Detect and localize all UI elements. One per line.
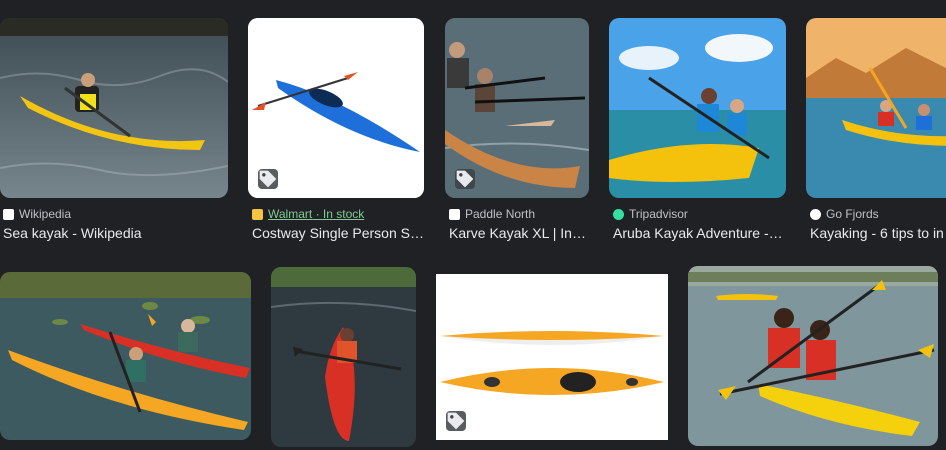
- result-title[interactable]: Kayaking - 6 tips to in: [810, 225, 946, 241]
- walmart-favicon: [252, 208, 263, 220]
- result-title[interactable]: Sea kayak - Wikipedia: [3, 225, 228, 241]
- result-image-sea-kayak[interactable]: [0, 18, 228, 198]
- red-kayak-photo: [271, 267, 416, 447]
- fjord-kayak-photo: [806, 18, 946, 198]
- go-fjords-favicon: [810, 208, 821, 220]
- result-image-paddle-north[interactable]: [445, 18, 589, 198]
- aruba-kayak-photo: [609, 18, 786, 198]
- sea-kayak-photo: [0, 18, 228, 198]
- result-title[interactable]: Aruba Kayak Adventure -…: [613, 225, 786, 241]
- product-tag-icon: [446, 411, 466, 431]
- source-name: Wikipedia: [19, 207, 72, 221]
- result-source: Wikipedia: [3, 206, 228, 222]
- product-tag-icon: [258, 169, 278, 189]
- source-name: Paddle North: [465, 207, 536, 221]
- result-image-go-fjords[interactable]: [806, 18, 946, 198]
- source-name: Go Fjords: [826, 207, 879, 221]
- result-source: Walmart · In stock: [252, 206, 424, 222]
- tripadvisor-favicon: [613, 208, 624, 220]
- paddle-north-favicon: [449, 208, 460, 220]
- result-title[interactable]: Costway Single Person S…: [252, 225, 424, 241]
- result-image-yellow-tandem[interactable]: [688, 266, 938, 446]
- result-title[interactable]: Karve Kayak XL | Inf…: [449, 225, 589, 241]
- yellow-tandem-kayak-photo: [688, 266, 938, 446]
- stock-status: In stock: [322, 207, 365, 221]
- result-image-costway[interactable]: [248, 18, 424, 198]
- wikipedia-favicon: [3, 208, 14, 220]
- result-image-tripadvisor[interactable]: [609, 18, 786, 198]
- source-name: Walmart: [268, 207, 313, 221]
- result-source: Tripadvisor: [613, 206, 786, 222]
- source-name: Tripadvisor: [629, 207, 688, 221]
- result-image-red-kayak[interactable]: [271, 267, 416, 447]
- result-source: Go Fjords: [810, 206, 946, 222]
- orange-kayak-photo: [436, 274, 668, 440]
- lily-pond-kayaks-photo: [0, 272, 251, 440]
- result-image-orange-kayak[interactable]: [436, 274, 668, 440]
- result-image-tandem-kayaks[interactable]: [0, 272, 251, 440]
- result-source: Paddle North: [449, 206, 589, 222]
- product-tag-icon: [455, 169, 475, 189]
